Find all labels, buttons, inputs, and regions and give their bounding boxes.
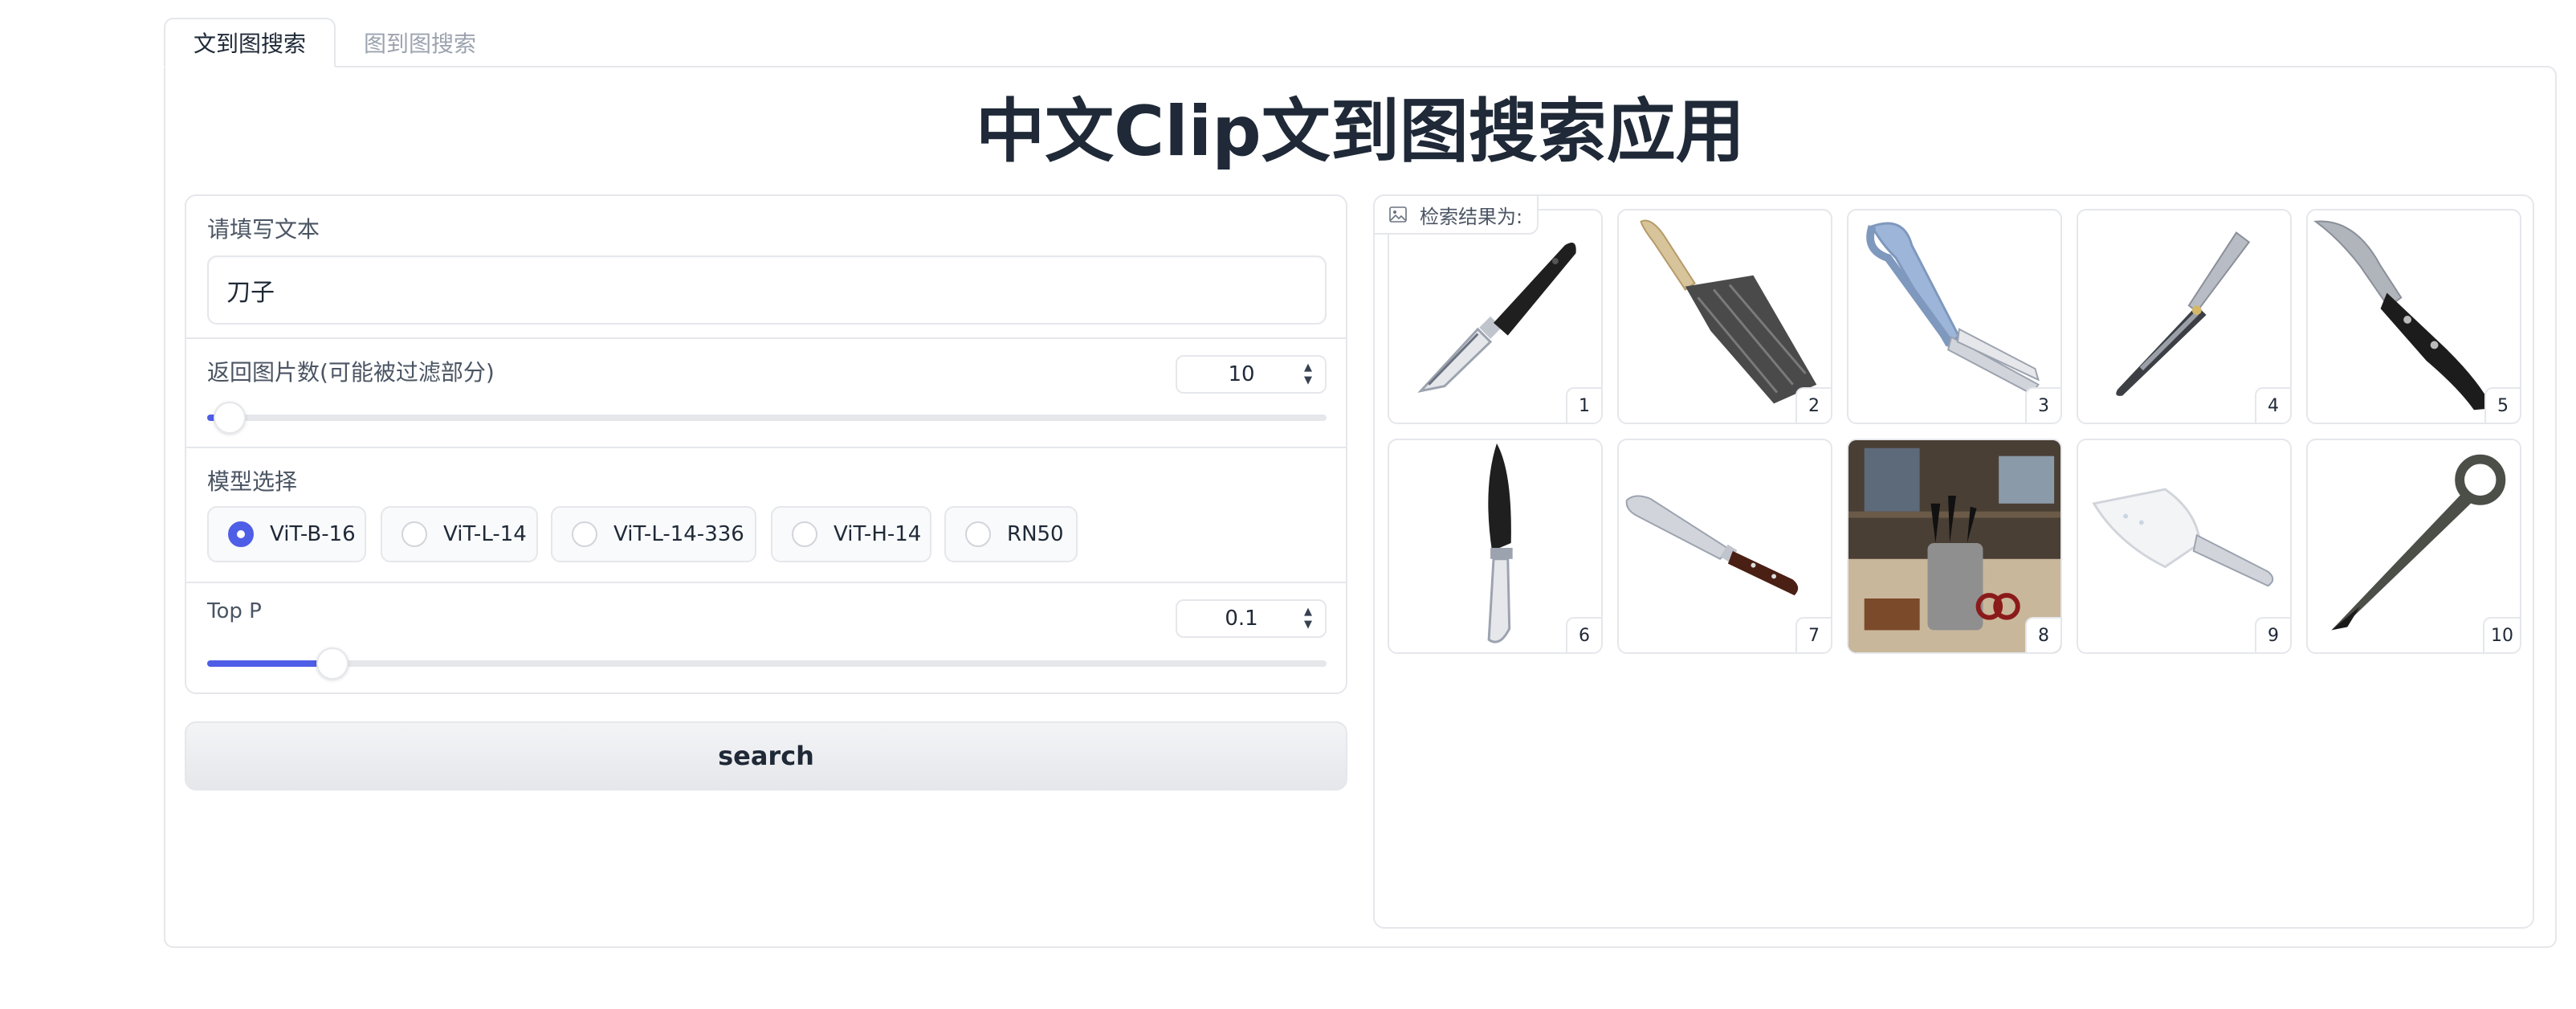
radio-unselected-icon	[401, 521, 427, 547]
radio-label: RN50	[1007, 522, 1064, 546]
num-images-stepper[interactable]: 10 ▲ ▼	[1176, 355, 1327, 394]
num-images-block: 返回图片数(可能被过滤部分) 10 ▲ ▼	[186, 337, 1346, 447]
radio-vit-h-14[interactable]: ViT-H-14	[771, 506, 931, 562]
result-thumb-9[interactable]: 9	[2077, 439, 2292, 654]
image-icon	[1389, 206, 1407, 223]
num-images-label: 返回图片数(可能被过滤部分)	[207, 359, 495, 386]
radio-vit-l-14[interactable]: ViT-L-14	[381, 506, 538, 562]
top-p-label: Top P	[207, 599, 262, 623]
search-button[interactable]: search	[185, 721, 1347, 790]
top-p-slider[interactable]	[207, 647, 1327, 680]
result-thumb-2[interactable]: 2	[1617, 209, 1832, 424]
text-query-block: 请填写文本 刀子	[186, 196, 1346, 337]
text-query-input[interactable]: 刀子	[207, 255, 1327, 325]
top-p-slider-fill	[207, 660, 320, 667]
tab-image-to-image[interactable]: 图到图搜索	[344, 18, 496, 67]
result-thumb-7[interactable]: 7	[1617, 439, 1832, 654]
gallery-label: 检索结果为:	[1375, 196, 1539, 235]
result-thumb-3[interactable]: 3	[1847, 209, 2062, 424]
spin-arrows-icon[interactable]: ▲ ▼	[1302, 607, 1314, 630]
gallery-label-text: 检索结果为:	[1420, 205, 1523, 228]
spin-arrows-icon[interactable]: ▲ ▼	[1302, 362, 1314, 386]
radio-unselected-icon	[572, 521, 597, 547]
radio-label: ViT-L-14-336	[613, 522, 744, 546]
top-p-slider-thumb[interactable]	[316, 647, 348, 680]
radio-vit-l-14-336[interactable]: ViT-L-14-336	[551, 506, 756, 562]
result-index-badge: 5	[2484, 387, 2520, 423]
result-index-badge: 6	[1566, 617, 1601, 652]
result-index-badge: 7	[1795, 617, 1831, 652]
result-thumb-8[interactable]: 8	[1847, 439, 2062, 654]
result-thumb-5[interactable]: 5	[2306, 209, 2521, 424]
top-p-stepper[interactable]: 0.1 ▲ ▼	[1176, 599, 1327, 638]
result-index-badge: 4	[2255, 387, 2290, 423]
result-index-badge: 3	[2025, 387, 2060, 423]
radio-rn50[interactable]: RN50	[944, 506, 1078, 562]
result-gallery: 检索结果为: 1 2 3 4 5 6 7 8 9 10	[1373, 194, 2534, 929]
radio-unselected-icon	[965, 521, 991, 547]
num-images-value: 10	[1228, 362, 1255, 386]
result-thumb-10[interactable]: 10	[2306, 439, 2521, 654]
radio-label: ViT-B-16	[270, 522, 356, 546]
radio-selected-icon	[228, 521, 254, 547]
model-select-block: 模型选择 ViT-B-16 ViT-L-14 ViT-L-14-336 ViT-…	[186, 447, 1346, 582]
model-select-label: 模型选择	[207, 468, 298, 495]
result-thumb-1[interactable]: 1	[1388, 209, 1603, 424]
text-query-label: 请填写文本	[207, 216, 320, 243]
result-index-badge: 9	[2255, 617, 2290, 652]
num-images-slider-thumb[interactable]	[214, 402, 246, 434]
num-images-slider[interactable]	[207, 402, 1327, 434]
result-index-badge: 10	[2483, 617, 2520, 652]
result-index-badge: 2	[1795, 387, 1831, 423]
radio-label: ViT-L-14	[443, 522, 527, 546]
radio-unselected-icon	[792, 521, 817, 547]
tab-text-to-image[interactable]: 文到图搜索	[164, 18, 336, 67]
top-p-value: 0.1	[1225, 607, 1258, 631]
result-thumb-6[interactable]: 6	[1388, 439, 1603, 654]
result-thumb-4[interactable]: 4	[2077, 209, 2292, 424]
search-form: 请填写文本 刀子 返回图片数(可能被过滤部分) 10 ▲ ▼ 模型选择 ViT-B…	[185, 194, 1347, 694]
radio-vit-b-16[interactable]: ViT-B-16	[207, 506, 366, 562]
result-index-badge: 1	[1566, 387, 1601, 423]
top-p-block: Top P 0.1 ▲ ▼	[186, 582, 1346, 692]
result-index-badge: 8	[2025, 617, 2060, 652]
page-title: 中文Clip文到图搜索应用	[976, 91, 1745, 172]
radio-label: ViT-H-14	[834, 522, 922, 546]
